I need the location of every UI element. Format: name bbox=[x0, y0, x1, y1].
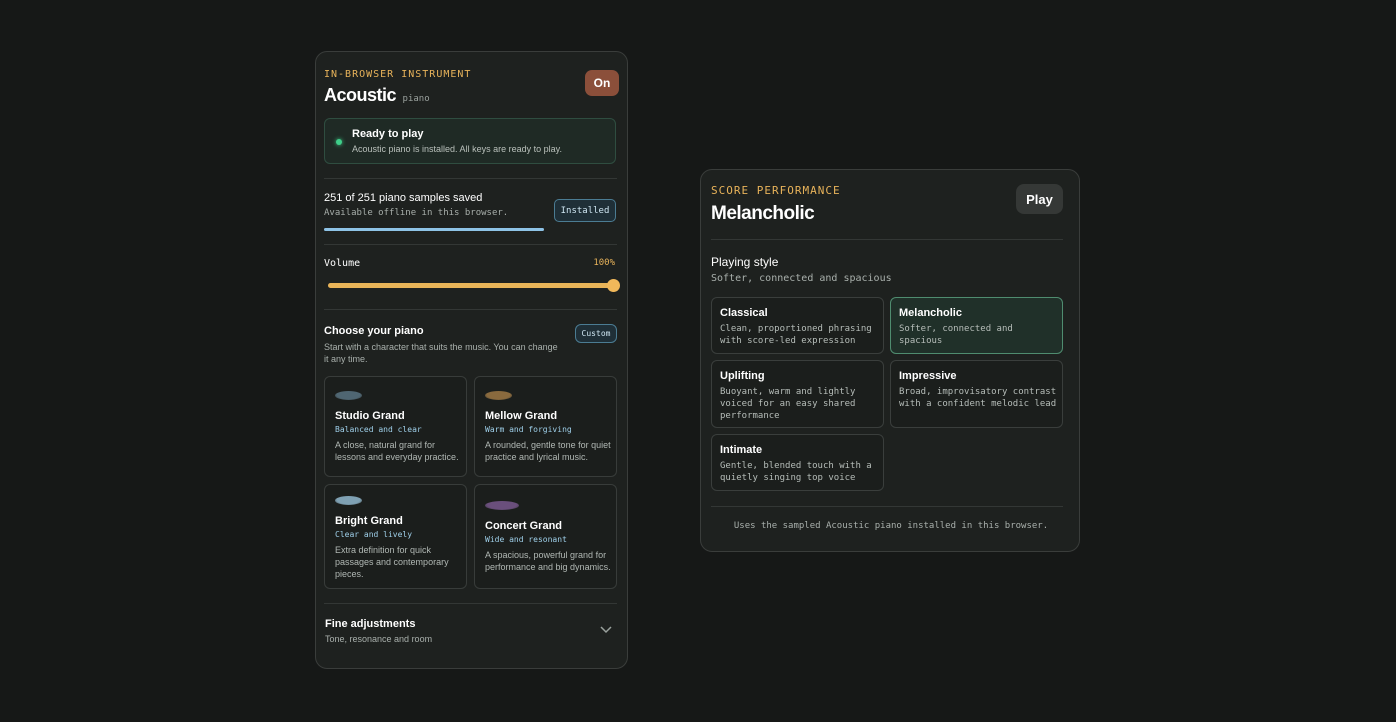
samples-subtitle: Available offline in this browser. bbox=[324, 208, 509, 218]
piano-card-description: A close, natural grand for lessons and e… bbox=[335, 440, 459, 462]
piano-card-name: Studio Grand bbox=[335, 410, 405, 422]
piano-swatch-icon bbox=[335, 391, 362, 400]
power-toggle-button[interactable]: On bbox=[585, 70, 619, 96]
style-option-classical[interactable]: Classical Clean, proportioned phrasing w… bbox=[711, 297, 884, 354]
volume-value: 100% bbox=[593, 258, 615, 268]
divider bbox=[324, 244, 617, 245]
piano-card-tag: Clear and lively bbox=[335, 530, 413, 539]
choose-piano-subtitle: Start with a character that suits the mu… bbox=[324, 342, 558, 364]
divider bbox=[711, 506, 1063, 507]
style-option-description: Softer, connected and spacious bbox=[899, 324, 1013, 346]
piano-card-description: A rounded, gentle tone for quiet practic… bbox=[485, 440, 611, 462]
piano-card-tag: Warm and forgiving bbox=[485, 425, 572, 434]
piano-card-description: A spacious, powerful grand for performan… bbox=[485, 550, 611, 572]
style-option-intimate[interactable]: Intimate Gentle, blended touch with a qu… bbox=[711, 434, 884, 491]
performance-title: Melancholic bbox=[711, 203, 815, 224]
choose-piano-title: Choose your piano bbox=[324, 325, 424, 337]
instrument-subtitle: piano bbox=[402, 94, 430, 104]
piano-card-mellow-grand[interactable]: Mellow Grand Warm and forgiving A rounde… bbox=[474, 376, 617, 477]
piano-card-tag: Balanced and clear bbox=[335, 425, 422, 434]
piano-card-studio-grand[interactable]: Studio Grand Balanced and clear A close,… bbox=[324, 376, 467, 477]
installed-badge[interactable]: Installed bbox=[554, 199, 616, 222]
piano-card-concert-grand[interactable]: Concert Grand Wide and resonant A spacio… bbox=[474, 484, 617, 589]
piano-swatch-icon bbox=[485, 391, 512, 400]
style-option-name: Impressive bbox=[899, 370, 957, 382]
style-option-name: Melancholic bbox=[899, 307, 962, 319]
play-button[interactable]: Play bbox=[1016, 184, 1063, 214]
style-option-description: Gentle, blended touch with a quietly sin… bbox=[720, 461, 872, 483]
volume-slider-thumb[interactable] bbox=[607, 279, 620, 292]
style-option-impressive[interactable]: Impressive Broad, improvisatory contrast… bbox=[890, 360, 1063, 428]
playing-style-subtitle: Softer, connected and spacious bbox=[711, 273, 892, 284]
samples-progress-bar bbox=[324, 228, 544, 231]
piano-card-bright-grand[interactable]: Bright Grand Clear and lively Extra defi… bbox=[324, 484, 467, 589]
piano-card-name: Concert Grand bbox=[485, 520, 563, 532]
status-dot-icon bbox=[336, 139, 342, 145]
piano-card-description: Extra definition for quick passages and … bbox=[335, 545, 449, 579]
style-option-uplifting[interactable]: Uplifting Buoyant, warm and lightly voic… bbox=[711, 360, 884, 428]
instrument-name: Acoustic bbox=[324, 85, 397, 105]
divider bbox=[324, 309, 617, 310]
chevron-down-icon[interactable] bbox=[600, 626, 612, 634]
style-option-description: Buoyant, warm and lightly voiced for an … bbox=[720, 387, 856, 421]
instrument-eyebrow: IN-BROWSER INSTRUMENT bbox=[324, 69, 472, 80]
style-option-melancholic[interactable]: Melancholic Softer, connected and spacio… bbox=[890, 297, 1063, 354]
divider bbox=[711, 239, 1063, 240]
instrument-panel: IN-BROWSER INSTRUMENT Acoustic piano On … bbox=[315, 51, 628, 669]
piano-swatch-icon bbox=[485, 501, 519, 510]
style-option-name: Intimate bbox=[720, 444, 763, 456]
divider bbox=[324, 178, 617, 179]
samples-title: 251 of 251 piano samples saved bbox=[324, 192, 483, 204]
piano-card-name: Mellow Grand bbox=[485, 410, 558, 422]
volume-slider-fill bbox=[328, 283, 614, 288]
piano-card-tag: Wide and resonant bbox=[485, 535, 567, 544]
instrument-title: Acoustic piano bbox=[324, 85, 430, 106]
style-option-name: Classical bbox=[720, 307, 768, 319]
style-option-description: Clean, proportioned phrasing with score-… bbox=[720, 324, 872, 346]
status-text: Acoustic piano is installed. All keys ar… bbox=[352, 144, 562, 154]
fine-adjustments-subtitle: Tone, resonance and room bbox=[325, 634, 433, 644]
divider bbox=[324, 603, 617, 604]
samples-progress-fill bbox=[324, 228, 544, 231]
piano-swatch-icon bbox=[335, 496, 362, 505]
volume-slider[interactable] bbox=[328, 279, 620, 292]
fine-adjustments-title[interactable]: Fine adjustments bbox=[325, 618, 415, 630]
status-card: Ready to play Acoustic piano is installe… bbox=[324, 118, 616, 164]
custom-badge[interactable]: Custom bbox=[575, 324, 617, 343]
status-title: Ready to play bbox=[352, 128, 424, 140]
performance-eyebrow: SCORE PERFORMANCE bbox=[711, 184, 841, 197]
playing-style-title: Playing style bbox=[711, 255, 779, 269]
performance-footnote: Uses the sampled Acoustic piano installe… bbox=[733, 521, 1049, 531]
performance-panel: SCORE PERFORMANCE Melancholic Play Playi… bbox=[700, 169, 1080, 552]
piano-card-name: Bright Grand bbox=[335, 515, 403, 527]
style-option-name: Uplifting bbox=[720, 370, 765, 382]
style-option-description: Broad, improvisatory contrast with a con… bbox=[899, 387, 1057, 409]
volume-label: Volume bbox=[324, 258, 361, 269]
